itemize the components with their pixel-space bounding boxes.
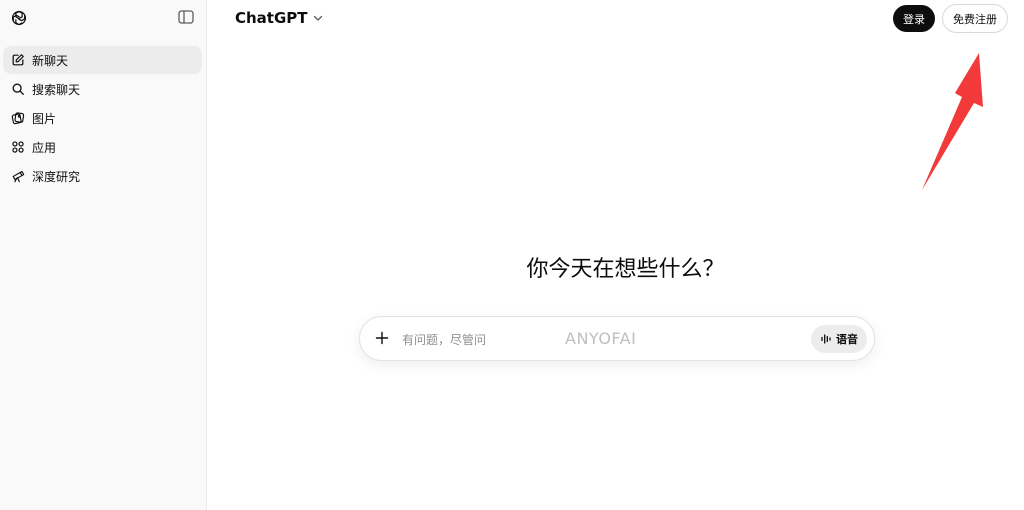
edit-icon [12,54,24,66]
sidebar-item-label: 深度研究 [32,169,81,184]
signup-button[interactable]: 免费注册 [942,4,1008,33]
model-selector[interactable]: ChatGPT [235,8,323,28]
voice-label: 语音 [836,333,858,346]
sidebar-nav: 新聊天 搜索聊天 图片 应用 深度研究 [3,46,202,191]
search-icon [12,83,24,95]
annotation-arrow-icon [922,53,983,190]
sidebar-item-new-chat[interactable]: 新聊天 [3,46,202,74]
sidebar-item-search-chats[interactable]: 搜索聊天 [3,75,202,103]
apps-icon [12,141,24,153]
model-name: ChatGPT [235,9,308,27]
headline-text: 你今天在想些什么？ [526,257,725,282]
sidebar-item-label: 图片 [32,111,57,126]
voice-waveform-icon [821,334,831,344]
sidebar-item-apps[interactable]: 应用 [3,133,202,161]
openai-logo-icon[interactable] [10,9,28,27]
sidebar-item-label: 应用 [32,140,57,155]
plus-icon[interactable] [374,330,390,346]
images-icon [11,112,25,125]
message-input[interactable]: 有问题，尽管问 [402,331,486,348]
sidebar-item-label: 搜索聊天 [32,82,81,97]
page-headline: 你今天在想些什么？ [0,251,1024,283]
voice-button[interactable]: 语音 [811,325,867,353]
sidebar-item-deep-research[interactable]: 深度研究 [3,162,202,190]
login-button[interactable]: 登录 [893,5,935,32]
chat-composer: 有问题，尽管问 ANYOFAI 语音 [359,316,875,361]
sidebar-item-label: 新聊天 [32,53,69,68]
chevron-down-icon [313,15,322,21]
sidebar-item-images[interactable]: 图片 [3,104,202,132]
watermark: ANYOFAI [565,329,637,348]
sidebar-toggle-icon[interactable] [178,10,194,24]
telescope-icon [12,170,25,183]
